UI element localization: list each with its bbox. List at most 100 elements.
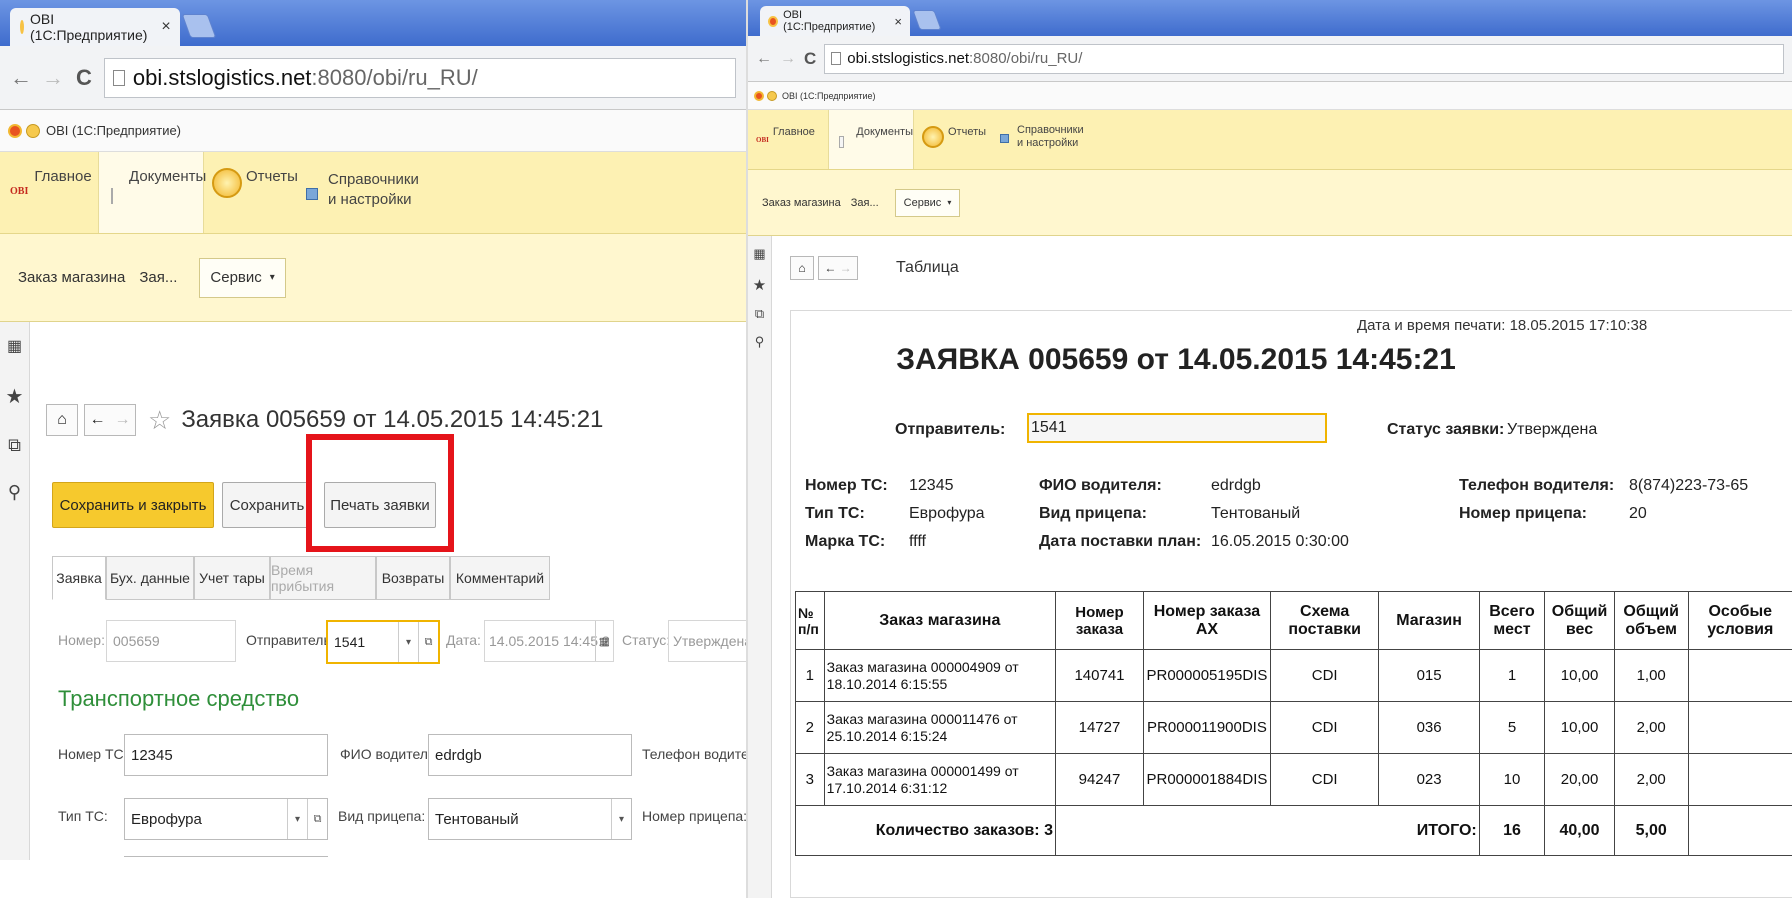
forward-icon-2[interactable]: →	[840, 261, 852, 275]
section-reports-label-2: Отчеты	[948, 126, 987, 138]
tab-containers[interactable]: Учет тары	[194, 556, 270, 600]
section-documents-2[interactable]: Документы	[828, 110, 914, 169]
back-arrow-icon-2[interactable]: ←	[756, 50, 772, 68]
apps-grid-icon-2[interactable]: ▦	[753, 246, 765, 262]
tab-request[interactable]: Заявка	[52, 556, 106, 600]
section-reports[interactable]: Отчеты	[212, 152, 302, 233]
table-cell: 2,00	[1613, 701, 1689, 754]
orders-count: Количество заказов: 3	[795, 805, 1056, 856]
close-tab-icon-2[interactable]: ×	[894, 14, 902, 29]
print-ts-number-value: 12345	[909, 477, 954, 494]
print-sender-field[interactable]: 1541	[1027, 413, 1327, 443]
url-input[interactable]: obi.stslogistics.net:8080/obi/ru_RU/	[103, 57, 736, 98]
form-title: Заявка 005659 от 14.05.2015 14:45:21	[181, 406, 604, 433]
tab-comment[interactable]: Комментарий	[450, 556, 550, 600]
tab-accounting[interactable]: Бух. данные	[106, 556, 194, 600]
star-icon-2[interactable]: ★	[753, 276, 766, 294]
driver-phone-label: Телефон водителя:	[642, 746, 746, 762]
search-icon[interactable]: ⚲	[8, 482, 21, 503]
settings-icon-2	[1000, 134, 1009, 143]
ts-type-dropdown-icon[interactable]: ▾	[287, 799, 307, 839]
new-tab-button-2[interactable]	[912, 10, 942, 30]
trailer-dropdown-icon[interactable]: ▾	[611, 799, 631, 839]
reload-icon[interactable]: C	[76, 65, 92, 91]
browser-tabstrip-2: OBI (1С:Предприятие) ×	[748, 0, 1792, 36]
app-menu-icon[interactable]	[26, 123, 40, 138]
ts-type-field[interactable]: Еврофура ▾ ⧉	[124, 798, 328, 840]
table-cell	[1687, 701, 1792, 754]
ts-type-open-icon[interactable]: ⧉	[307, 799, 327, 839]
table-cell: 94247	[1054, 753, 1145, 806]
forward-icon[interactable]: →	[114, 411, 130, 429]
browser-tab-2[interactable]: OBI (1С:Предприятие) ×	[760, 6, 910, 36]
table-cell: CDI	[1269, 753, 1380, 806]
tab-arrival-time[interactable]: Время прибытия	[270, 556, 376, 600]
print-trailer-number-label: Номер прицепа:	[1459, 505, 1587, 522]
table-cell: 10,00	[1544, 701, 1615, 754]
section-main[interactable]: OBI Главное	[10, 152, 98, 233]
service-button-label-2: Сервис	[903, 196, 942, 209]
open-window-link-order[interactable]: Заказ магазина	[18, 269, 125, 286]
home-icon-2[interactable]: ⌂	[790, 256, 814, 280]
table-cell: 3	[795, 753, 825, 806]
sections-panel-2: OBI Главное Документы Отчеты Справочники…	[748, 110, 1792, 170]
section-reports-label: Отчеты	[246, 168, 298, 185]
col-header: Номер заказа	[1054, 591, 1145, 650]
back-icon[interactable]: ←	[90, 411, 106, 429]
settings-icon	[306, 188, 318, 200]
section-settings-label-1: Справочники	[328, 171, 419, 188]
tab-returns[interactable]: Возвраты	[376, 556, 450, 600]
status-field[interactable]: Утверждена	[668, 620, 746, 662]
apps-grid-icon[interactable]: ▦	[7, 336, 22, 356]
open-window-link-request[interactable]: Зая...	[139, 269, 177, 286]
sidebar: ▦ ★ ⧉ ⚲	[0, 322, 30, 898]
home-icon[interactable]: ⌂	[46, 404, 78, 436]
save-close-button[interactable]: Сохранить и закрыть	[52, 482, 214, 528]
open-window-link-request-2[interactable]: Зая...	[851, 197, 879, 209]
section-reports-2[interactable]: Отчеты	[922, 110, 992, 169]
back-icon-2[interactable]: ←	[824, 261, 836, 275]
back-forward-buttons-2[interactable]: ← →	[818, 256, 858, 280]
trailer-type-field[interactable]: Тентованый ▾	[428, 798, 632, 840]
back-forward-buttons[interactable]: ← →	[84, 404, 136, 436]
forward-arrow-icon-2[interactable]: →	[780, 50, 796, 68]
number-label: Номер:	[58, 632, 105, 648]
table-cell: 1	[1478, 649, 1546, 702]
service-button-2[interactable]: Сервис ▾	[894, 188, 961, 217]
favorite-star-icon[interactable]: ☆	[148, 405, 171, 436]
service-button[interactable]: Сервис ▾	[199, 257, 286, 298]
section-documents[interactable]: Документы	[98, 152, 206, 233]
col-header: Общий вес	[1544, 591, 1615, 650]
sender-field[interactable]: 1541 ▾ ⧉	[326, 620, 440, 664]
url-input-2[interactable]: obi.stslogistics.net:8080/obi/ru_RU/	[824, 43, 1784, 74]
save-button[interactable]: Сохранить	[222, 482, 312, 528]
left-bottom-blank	[0, 860, 746, 898]
history-icon[interactable]: ⧉	[8, 435, 21, 456]
print-ts-type-value: Еврофура	[909, 505, 985, 522]
section-settings[interactable]: Справочники и настройки	[306, 152, 436, 233]
close-tab-icon[interactable]: ×	[161, 18, 170, 36]
open-window-link-order-2[interactable]: Заказ магазина	[762, 197, 841, 209]
service-button-label: Сервис	[210, 269, 262, 286]
back-arrow-icon[interactable]: ←	[10, 65, 32, 91]
history-icon-2[interactable]: ⧉	[755, 306, 764, 322]
forward-arrow-icon[interactable]: →	[42, 65, 64, 91]
sender-dropdown-icon[interactable]: ▾	[398, 622, 418, 662]
star-icon[interactable]: ★	[6, 384, 24, 409]
search-icon-2[interactable]: ⚲	[755, 334, 765, 350]
browser-tab[interactable]: OBI (1С:Предприятие) ×	[10, 8, 180, 46]
driver-field[interactable]: edrdgb	[428, 734, 632, 776]
section-main-label: Главное	[34, 168, 92, 185]
number-field[interactable]: 005659	[106, 620, 236, 662]
ts-number-field[interactable]: 12345	[124, 734, 328, 776]
calendar-icon[interactable]: ▦	[595, 621, 613, 661]
app-menu-icon-2[interactable]	[767, 90, 777, 101]
sender-open-icon[interactable]: ⧉	[418, 622, 438, 662]
reload-icon-2[interactable]: C	[804, 49, 816, 69]
print-ts-brand-label: Марка ТС:	[805, 533, 886, 550]
app-titlebar: OBI (1С:Предприятие)	[0, 110, 746, 152]
section-main-2[interactable]: OBI Главное	[756, 110, 826, 169]
date-field[interactable]: 14.05.2015 14:45:2 ▦	[484, 620, 614, 662]
new-tab-button[interactable]	[181, 14, 217, 38]
section-settings-2[interactable]: Справочники и настройки	[1000, 110, 1110, 169]
